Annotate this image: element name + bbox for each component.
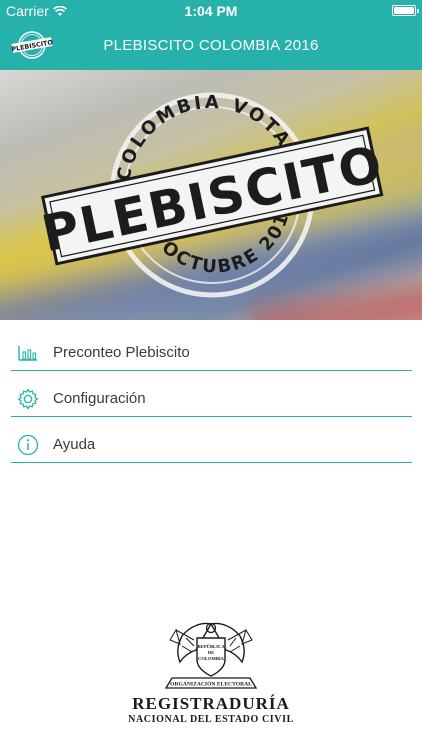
menu-label-preconteo: Preconteo Plebiscito xyxy=(53,344,190,361)
svg-text:DE: DE xyxy=(208,650,214,655)
menu-label-configuracion: Configuración xyxy=(53,390,146,407)
menu-label-ayuda: Ayuda xyxy=(53,436,96,453)
plebiscito-stamp: COLOMBIA VOTA 2 OCTUBRE 2016 PLEBISCITO xyxy=(37,75,389,298)
bar-chart-icon xyxy=(13,338,43,368)
coat-of-arms-icon: REPÚBLICA DE COLOMBIA ORGANIZACIÓN ELECT… xyxy=(164,622,258,689)
nav-bar: PLEBISCITO PLEBISCITO COLOMBIA 2016 xyxy=(0,22,422,70)
gear-icon xyxy=(13,384,43,414)
menu-item-configuracion[interactable]: Configuración xyxy=(11,381,412,417)
page-title: PLEBISCITO COLOMBIA 2016 xyxy=(103,37,319,54)
status-time: 1:04 PM xyxy=(184,3,238,19)
org-name-line2: NACIONAL DEL ESTADO CIVIL xyxy=(128,714,294,725)
menu-item-ayuda[interactable]: Ayuda xyxy=(11,427,412,463)
org-name-line1: REGISTRADURÍA xyxy=(132,694,290,713)
status-bar: Carrier 1:04 PM xyxy=(0,0,422,22)
registraduria-logo: REPÚBLICA DE COLOMBIA ORGANIZACIÓN ELECT… xyxy=(110,618,312,728)
info-icon xyxy=(13,430,43,460)
svg-text:REPÚBLICA: REPÚBLICA xyxy=(197,644,225,649)
menu-item-preconteo[interactable]: Preconteo Plebiscito xyxy=(11,335,412,371)
battery-icon xyxy=(392,5,419,16)
hero-banner: COLOMBIA VOTA 2 OCTUBRE 2016 PLEBISCITO xyxy=(0,70,422,320)
svg-text:COLOMBIA: COLOMBIA xyxy=(198,656,225,661)
stamp-main-text: PLEBISCITO xyxy=(37,134,389,263)
svg-text:ORGANIZACIÓN ELECTORAL: ORGANIZACIÓN ELECTORAL xyxy=(170,680,252,688)
